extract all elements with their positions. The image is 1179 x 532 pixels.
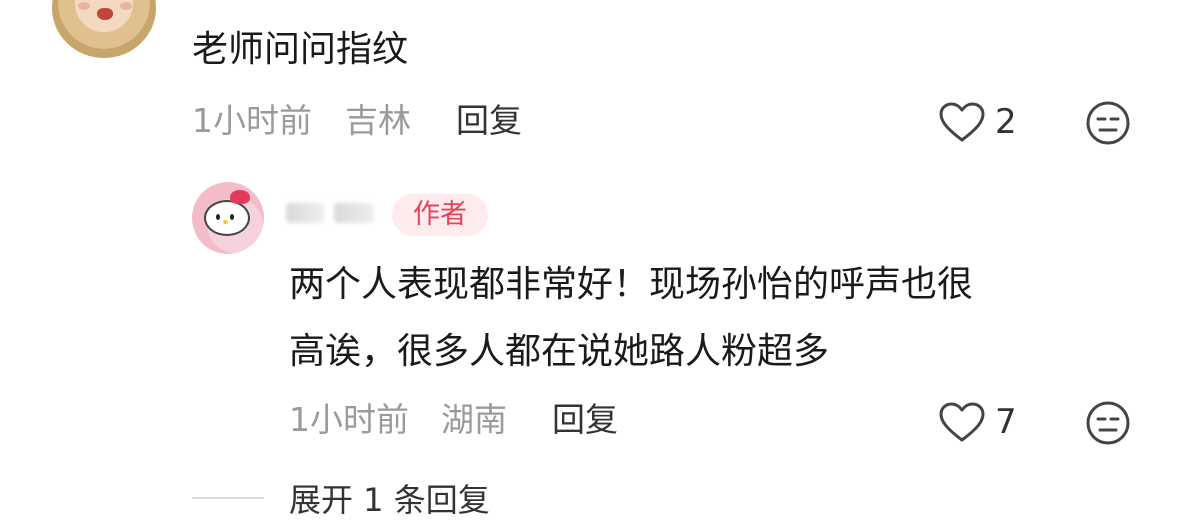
reply-author-avatar[interactable]: [192, 182, 264, 254]
commenter-avatar[interactable]: [52, 0, 156, 58]
reply-text-line2: 高诶，很多人都在说她路人粉超多: [289, 331, 830, 372]
reply-time: 1小时前: [289, 400, 409, 439]
expand-divider: [192, 497, 264, 499]
comment-reply-button[interactable]: 回复: [456, 101, 522, 141]
dislike-face-icon[interactable]: [1084, 399, 1132, 447]
reply-location: 湖南: [441, 400, 507, 439]
reply-reply-button[interactable]: 回复: [552, 400, 618, 440]
reply-like-count: 7: [995, 402, 1017, 442]
heart-outline-icon[interactable]: [938, 401, 986, 443]
comment-text: 老师问问指纹: [192, 29, 409, 70]
expand-replies-button[interactable]: 展开 1 条回复: [289, 480, 490, 520]
dislike-face-icon[interactable]: [1084, 99, 1132, 147]
heart-outline-icon[interactable]: [938, 101, 986, 143]
comment-time: 1小时前: [192, 101, 312, 140]
reply-text-line1: 两个人表现都非常好！现场孙怡的呼声也很: [289, 264, 974, 305]
comment-like-count: 2: [995, 102, 1017, 142]
author-badge: 作者: [392, 194, 488, 236]
comment-location: 吉林: [345, 101, 411, 140]
reply-username-blurred[interactable]: [286, 200, 382, 226]
